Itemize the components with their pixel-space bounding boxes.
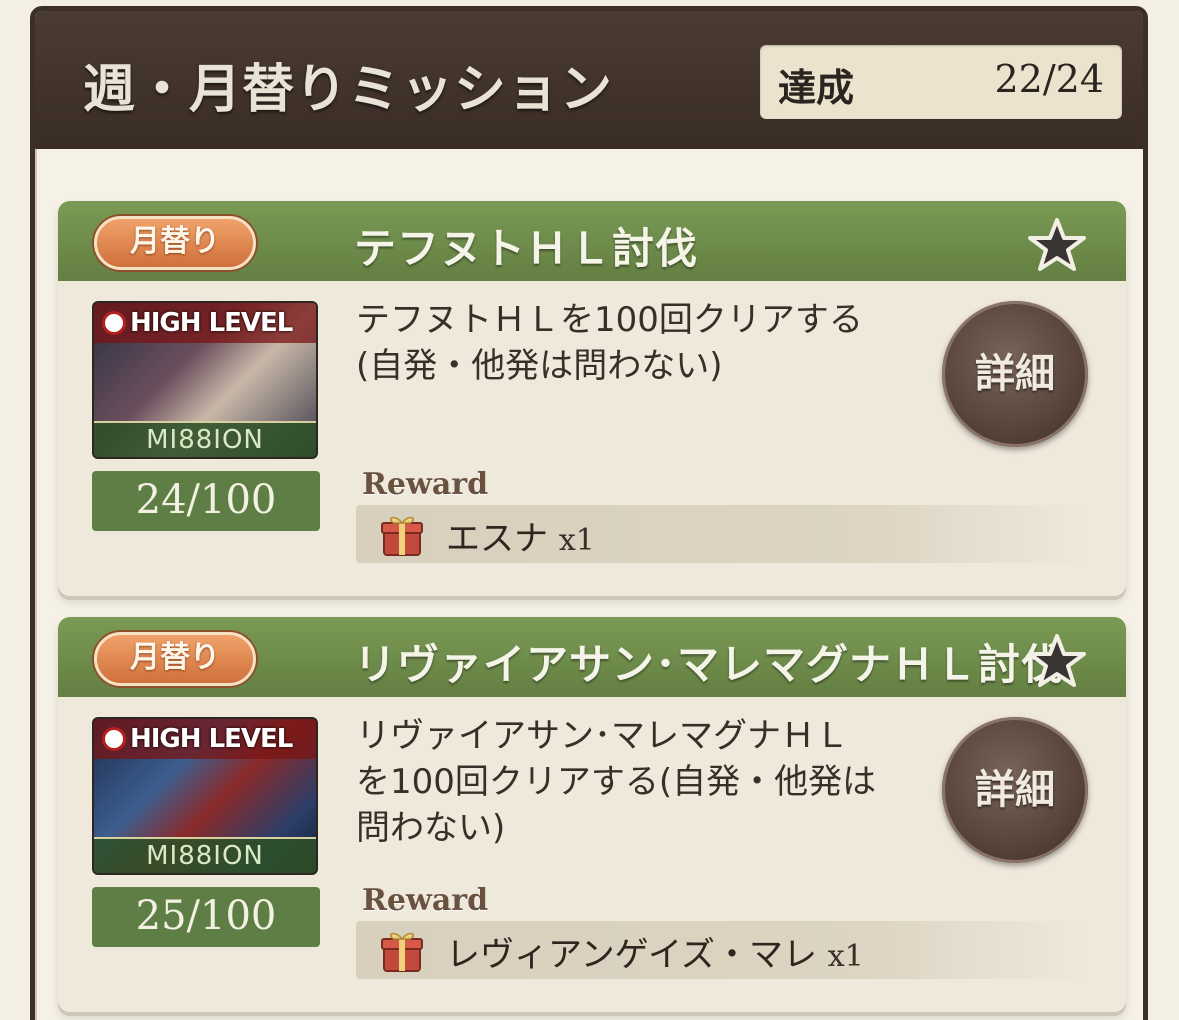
star-icon[interactable]	[1026, 633, 1088, 689]
mission-thumbnail: HIGH LEVEL MI88ION	[92, 717, 318, 875]
thumbnail-mission-label: MI88ION	[94, 837, 316, 873]
emblem-icon	[102, 727, 126, 751]
detail-button[interactable]: 詳細	[942, 717, 1088, 863]
panel-header: 週・月替りミッション 達成 22/24	[35, 11, 1143, 149]
description-line: を100回クリアする(自発・他発は	[356, 762, 877, 802]
mission-panel: 週・月替りミッション 達成 22/24 月替り テフヌトＨＬ討伐 HIGH LE…	[30, 6, 1148, 1020]
description-line: リヴァイアサン･マレマグナＨＬ	[356, 716, 849, 756]
achievement-label: 達成	[778, 66, 855, 110]
thumbnail-high-level-label: HIGH LEVEL	[94, 303, 316, 343]
mission-description: テフヌトＨＬを100回クリアする (自発・他発は問わない)	[356, 297, 916, 389]
monthly-badge: 月替り	[94, 216, 256, 270]
reward-item-name: レヴィアンゲイズ・マレ	[446, 935, 817, 975]
reward-item: レヴィアンゲイズ・マレ x1	[446, 927, 864, 976]
mission-thumbnail: HIGH LEVEL MI88ION	[92, 301, 318, 459]
achievement-count: 22/24	[994, 57, 1104, 101]
reward-label: Reward	[362, 467, 489, 502]
description-line: テフヌトＨＬを100回クリアする	[356, 300, 863, 340]
panel-title: 週・月替りミッション	[83, 60, 614, 120]
description-line: (自発・他発は問わない)	[356, 346, 723, 386]
reward-label: Reward	[362, 883, 489, 918]
thumbnail-mission-label: MI88ION	[94, 421, 316, 457]
gift-icon	[381, 932, 423, 972]
reward-row: レヴィアンゲイズ・マレ x1	[356, 921, 1090, 979]
mission-list: 月替り テフヌトＨＬ討伐 HIGH LEVEL MI88ION 24/100 テ…	[35, 149, 1143, 1020]
reward-item: エスナ x1	[446, 511, 595, 560]
mission-card: 月替り テフヌトＨＬ討伐 HIGH LEVEL MI88ION 24/100 テ…	[58, 201, 1126, 596]
reward-item-name: エスナ	[446, 519, 548, 559]
mission-progress: 25/100	[92, 887, 320, 947]
star-icon[interactable]	[1026, 217, 1088, 273]
mission-description: リヴァイアサン･マレマグナＨＬ を100回クリアする(自発・他発は 問わない)	[356, 713, 916, 851]
achievement-counter: 達成 22/24	[760, 45, 1122, 119]
thumbnail-high-level-label: HIGH LEVEL	[94, 719, 316, 759]
reward-quantity: x1	[558, 523, 595, 558]
mission-title: テフヌトＨＬ討伐	[354, 224, 699, 273]
mission-card-header: 月替り テフヌトＨＬ討伐	[58, 201, 1126, 281]
description-line: 問わない)	[356, 808, 506, 848]
reward-quantity: x1	[827, 939, 864, 974]
gift-icon	[381, 516, 423, 556]
emblem-icon	[102, 311, 126, 335]
reward-row: エスナ x1	[356, 505, 1090, 563]
mission-card: 月替り リヴァイアサン･マレマグナＨＬ討伐 HIGH LEVEL MI88ION…	[58, 617, 1126, 1012]
mission-title: リヴァイアサン･マレマグナＨＬ討伐	[354, 640, 1065, 689]
mission-progress: 24/100	[92, 471, 320, 531]
monthly-badge: 月替り	[94, 632, 256, 686]
mission-card-header: 月替り リヴァイアサン･マレマグナＨＬ討伐	[58, 617, 1126, 697]
detail-button[interactable]: 詳細	[942, 301, 1088, 447]
